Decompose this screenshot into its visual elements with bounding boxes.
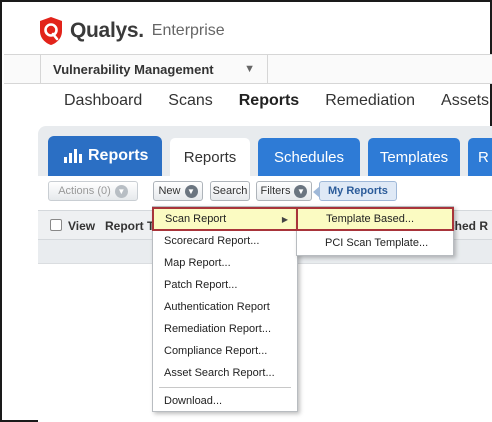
chevron-down-icon: ▼ <box>294 184 308 198</box>
scan-report-submenu: Template Based... PCI Scan Template... <box>296 206 454 256</box>
my-reports-filter-tag[interactable]: My Reports <box>313 181 397 201</box>
menu-item-authentication-report[interactable]: Authentication Report <box>153 297 297 317</box>
module-bar: Vulnerability Management ▼ <box>4 54 492 84</box>
new-button[interactable]: New ▼ <box>153 181 203 201</box>
tab-schedules[interactable]: Schedules <box>258 138 360 176</box>
new-label: New <box>158 185 181 197</box>
tab-strip: Reports Reports Schedules Templates R <box>38 126 492 176</box>
menu-item-compliance-report[interactable]: Compliance Report... <box>153 341 297 361</box>
nav-assets[interactable]: Assets <box>441 92 489 116</box>
bar-chart-icon <box>64 149 82 163</box>
column-view[interactable]: View <box>68 219 95 233</box>
nav-reports[interactable]: Reports <box>239 92 299 116</box>
qualys-shield-icon <box>40 17 62 45</box>
reports-module-badge: Reports <box>48 136 162 176</box>
menu-item-remediation-report[interactable]: Remediation Report... <box>153 319 297 339</box>
nav-dashboard[interactable]: Dashboard <box>64 92 142 116</box>
menu-divider <box>159 387 291 388</box>
reports-badge-label: Reports <box>88 147 149 164</box>
menu-item-scorecard-report[interactable]: Scorecard Report... <box>153 231 297 251</box>
submenu-item-pci-scan-template[interactable]: PCI Scan Template... <box>297 233 453 253</box>
select-all-checkbox[interactable] <box>50 219 62 231</box>
menu-item-asset-search-report[interactable]: Asset Search Report... <box>153 363 297 383</box>
module-selected-label: Vulnerability Management <box>53 61 214 77</box>
brand-name: Qualys. <box>70 19 144 42</box>
column-partial-right: ched R <box>448 219 489 233</box>
nav-remediation[interactable]: Remediation <box>325 92 415 116</box>
triangle-right-icon: ▶ <box>281 214 288 224</box>
actions-label: Actions (0) <box>58 185 111 197</box>
column-report-title[interactable]: Report T <box>105 219 154 233</box>
top-navigation: Dashboard Scans Reports Remediation Asse… <box>64 92 489 116</box>
brand-header: Qualys. Enterprise <box>38 14 225 48</box>
nav-scans[interactable]: Scans <box>168 92 212 116</box>
chevron-down-icon: ▼ <box>244 63 255 75</box>
app-window: Qualys. Enterprise Vulnerability Managem… <box>0 0 492 422</box>
actions-button[interactable]: Actions (0) ▼ <box>48 181 138 201</box>
filters-button[interactable]: Filters ▼ <box>256 181 312 201</box>
menu-item-patch-report[interactable]: Patch Report... <box>153 275 297 295</box>
new-dropdown-menu: Scan Report ▶ Scorecard Report... Map Re… <box>152 206 298 412</box>
brand-edition: Enterprise <box>151 22 225 39</box>
menu-item-label: Scan Report <box>165 213 227 225</box>
menu-item-download[interactable]: Download... <box>153 391 297 411</box>
tab-partial[interactable]: R <box>468 138 492 176</box>
chevron-down-icon: ▼ <box>114 184 128 198</box>
menu-item-scan-report[interactable]: Scan Report ▶ <box>152 207 298 231</box>
chevron-down-icon: ▼ <box>184 184 198 198</box>
submenu-item-template-based[interactable]: Template Based... <box>296 207 454 231</box>
tab-reports[interactable]: Reports <box>170 138 250 176</box>
filters-label: Filters <box>260 185 291 197</box>
tab-templates[interactable]: Templates <box>368 138 460 176</box>
search-button[interactable]: Search <box>210 181 250 201</box>
menu-item-map-report[interactable]: Map Report... <box>153 253 297 273</box>
module-selector[interactable]: Vulnerability Management ▼ <box>40 55 268 83</box>
